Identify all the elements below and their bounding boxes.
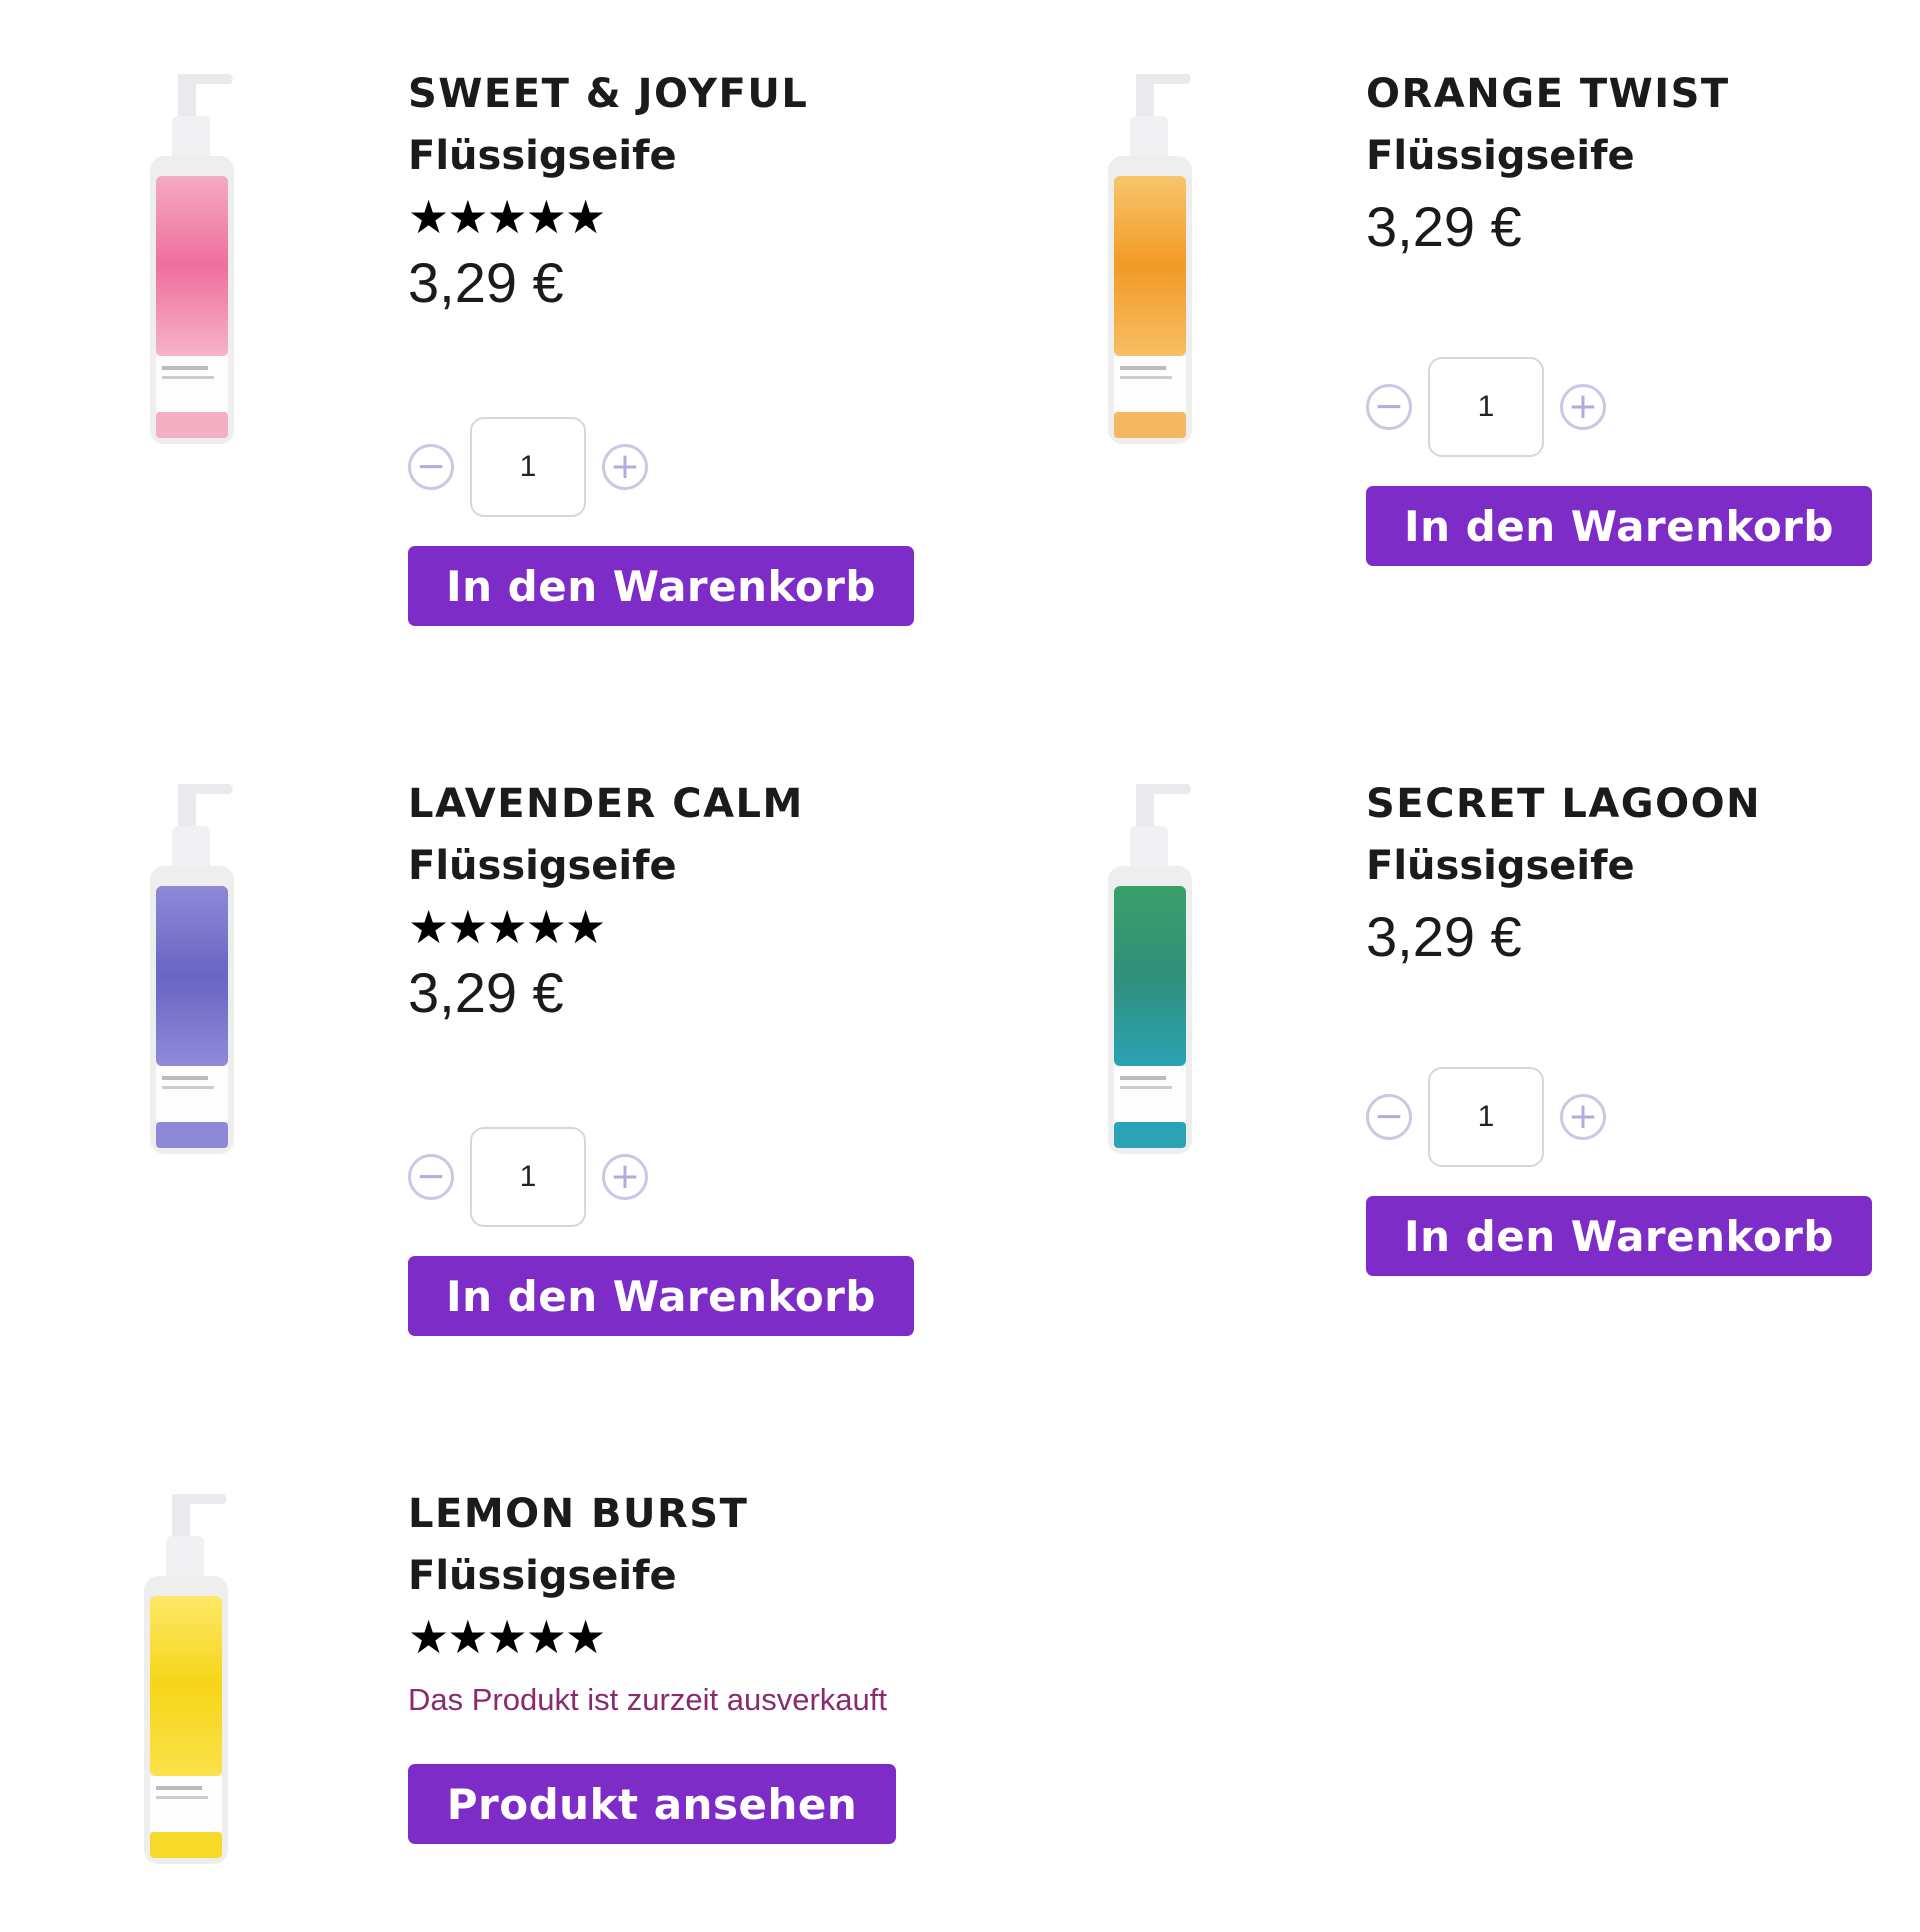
quantity-stepper: − 1 + xyxy=(1366,1067,1606,1167)
view-product-button[interactable]: Produkt ansehen xyxy=(408,1764,896,1844)
product-name[interactable]: LEMON BURST xyxy=(408,1486,887,1542)
quantity-input[interactable]: 1 xyxy=(1428,1067,1544,1167)
rating-stars: ★★★★★ xyxy=(408,190,606,244)
quantity-stepper: − 1 + xyxy=(1366,357,1606,457)
product-price: 3,29 € xyxy=(408,961,564,1024)
increase-quantity-button[interactable]: + xyxy=(1560,384,1606,430)
product-name[interactable]: LAVENDER CALM xyxy=(408,776,804,832)
product-type: Flüssigseife xyxy=(408,133,677,179)
add-to-cart-button[interactable]: In den Warenkorb xyxy=(1366,1196,1872,1276)
quantity-input[interactable]: 1 xyxy=(1428,357,1544,457)
lemon-soap-bottle-icon[interactable] xyxy=(126,1492,246,1872)
orange-soap-bottle-icon[interactable] xyxy=(1090,72,1210,452)
decrease-quantity-button[interactable]: − xyxy=(408,1154,454,1200)
quantity-stepper: − 1 + xyxy=(408,1127,648,1227)
quantity-input[interactable]: 1 xyxy=(470,1127,586,1227)
increase-quantity-button[interactable]: + xyxy=(602,1154,648,1200)
product-type: Flüssigseife xyxy=(408,1553,677,1599)
product-price: 3,29 € xyxy=(1366,195,1522,258)
pink-soap-bottle-icon[interactable] xyxy=(132,72,252,452)
product-type: Flüssigseife xyxy=(1366,133,1635,179)
decrease-quantity-button[interactable]: − xyxy=(1366,384,1412,430)
add-to-cart-button[interactable]: In den Warenkorb xyxy=(408,1256,914,1336)
increase-quantity-button[interactable]: + xyxy=(1560,1094,1606,1140)
add-to-cart-button[interactable]: In den Warenkorb xyxy=(408,546,914,626)
product-type: Flüssigseife xyxy=(408,843,677,889)
product-type: Flüssigseife xyxy=(1366,843,1635,889)
out-of-stock-notice: Das Produkt ist zurzeit ausverkauft xyxy=(408,1682,887,1717)
lavender-soap-bottle-icon[interactable] xyxy=(132,782,252,1162)
rating-stars: ★★★★★ xyxy=(408,900,606,954)
quantity-input[interactable]: 1 xyxy=(470,417,586,517)
decrease-quantity-button[interactable]: − xyxy=(408,444,454,490)
product-name[interactable]: SWEET & JOYFUL xyxy=(408,66,808,122)
add-to-cart-button[interactable]: In den Warenkorb xyxy=(1366,486,1872,566)
product-price: 3,29 € xyxy=(408,251,564,314)
product-name[interactable]: ORANGE TWIST xyxy=(1366,66,1730,122)
product-name[interactable]: SECRET LAGOON xyxy=(1366,776,1761,832)
decrease-quantity-button[interactable]: − xyxy=(1366,1094,1412,1140)
green-soap-bottle-icon[interactable] xyxy=(1090,782,1210,1162)
increase-quantity-button[interactable]: + xyxy=(602,444,648,490)
product-price: 3,29 € xyxy=(1366,905,1522,968)
rating-stars: ★★★★★ xyxy=(408,1610,606,1664)
quantity-stepper: − 1 + xyxy=(408,417,648,517)
